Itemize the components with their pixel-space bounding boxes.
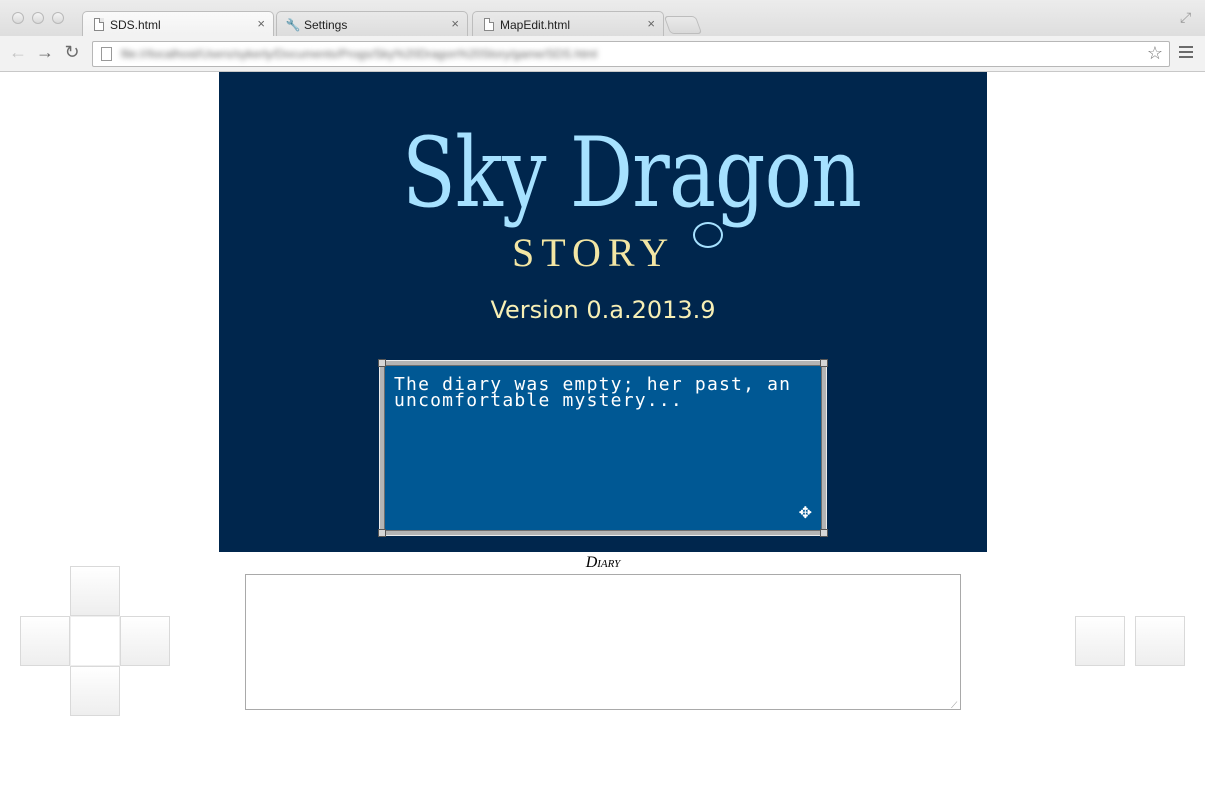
resize-grip-icon[interactable]: ⟋ <box>951 700 957 711</box>
reload-icon[interactable]: ↻ <box>62 42 82 63</box>
game-canvas[interactable]: Sky Dragon STORY Version 0.a.2013.9 The … <box>219 72 987 552</box>
dialog-text: The diary was empty; her past, an uncomf… <box>394 374 792 411</box>
close-icon[interactable]: × <box>257 16 265 31</box>
back-arrow-icon[interactable]: ← <box>8 42 28 63</box>
bookmark-star-icon[interactable]: ☆ <box>1147 43 1163 64</box>
tab-settings[interactable]: 🔧 Settings × <box>276 11 468 37</box>
dpad-down-button[interactable] <box>70 666 120 716</box>
title-swirl-ornament <box>693 222 723 248</box>
wrench-icon: 🔧 <box>285 17 301 32</box>
dpad-up-button[interactable] <box>70 566 120 616</box>
page-icon <box>101 47 112 61</box>
tab-label: SDS.html <box>110 17 161 32</box>
close-icon[interactable]: × <box>647 16 655 31</box>
window-close-dot[interactable] <box>12 12 24 24</box>
dialog-corner <box>378 359 386 367</box>
forward-arrow-icon[interactable]: → <box>35 42 55 63</box>
dialog-corner <box>820 359 828 367</box>
game-title: Sky Dragon <box>402 117 862 229</box>
version-text: Version 0.a.2013.9 <box>490 296 716 324</box>
dialog-corner <box>820 529 828 537</box>
cursor-icon: ✥ <box>798 505 812 522</box>
close-icon[interactable]: × <box>451 16 459 31</box>
game-subtitle: STORY <box>512 230 676 275</box>
diary-textarea[interactable] <box>245 574 961 710</box>
page-icon <box>483 18 495 32</box>
menu-icon[interactable] <box>1179 46 1193 61</box>
diary-label: Diary <box>585 554 621 571</box>
tab-sds[interactable]: SDS.html × <box>82 11 274 37</box>
address-bar[interactable]: file:///localhost/Users/sykerly/Document… <box>92 41 1170 67</box>
dialog-corner <box>378 529 386 537</box>
page-icon <box>93 18 105 32</box>
new-tab-button[interactable] <box>663 16 703 34</box>
tab-strip: SDS.html × 🔧 Settings × MapEdit.html × ⤢ <box>0 0 1205 37</box>
dpad-left-button[interactable] <box>20 616 70 666</box>
dpad-center <box>70 616 120 666</box>
dialog-box[interactable]: The diary was empty; her past, an uncomf… <box>378 359 828 537</box>
window-zoom-dot[interactable] <box>52 12 64 24</box>
tab-label: Settings <box>304 17 348 32</box>
tab-mapedit[interactable]: MapEdit.html × <box>472 11 664 37</box>
action-b-button[interactable] <box>1135 616 1185 666</box>
tab-label: MapEdit.html <box>500 17 571 32</box>
dpad-right-button[interactable] <box>120 616 170 666</box>
fullscreen-icon[interactable]: ⤢ <box>1180 9 1191 26</box>
url-text[interactable]: file:///localhost/Users/sykerly/Document… <box>121 47 597 61</box>
browser-toolbar: ← → ↻ file:///localhost/Users/sykerly/Do… <box>0 36 1205 72</box>
window-minimize-dot[interactable] <box>32 12 44 24</box>
action-a-button[interactable] <box>1075 616 1125 666</box>
